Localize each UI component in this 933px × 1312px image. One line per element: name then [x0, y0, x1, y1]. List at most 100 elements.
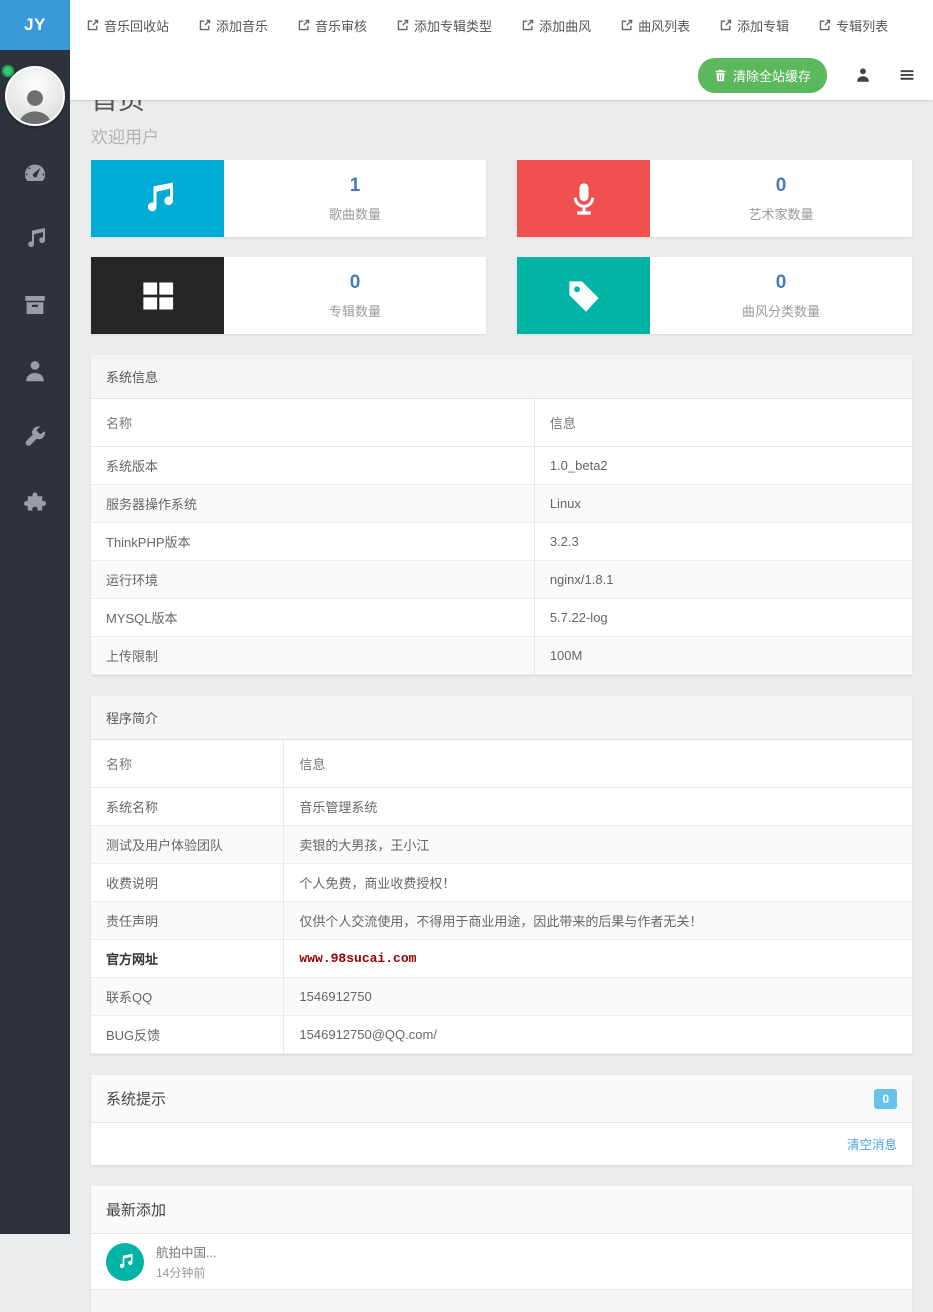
sidebar-item[interactable]: [0, 404, 70, 470]
external-link-icon: [621, 19, 633, 31]
row-name: MYSQL版本: [91, 599, 534, 637]
row-value: www.98sucai.com: [284, 940, 912, 978]
top-nav-link[interactable]: 曲风列表: [621, 16, 690, 35]
sidebar-item[interactable]: [0, 338, 70, 404]
row-value: 5.7.22-log: [534, 599, 912, 637]
top-nav-label: 音乐回收站: [104, 16, 169, 35]
column-header-info: 信息: [284, 740, 912, 788]
sidebar: JY: [0, 0, 70, 1234]
row-name: 测试及用户体验团队: [91, 826, 284, 864]
music-note-icon: [116, 1253, 134, 1271]
external-link-icon: [298, 19, 310, 31]
top-nav-link[interactable]: 音乐审核: [298, 16, 367, 35]
row-name: 服务器操作系统: [91, 485, 534, 523]
stat-label: 歌曲数量: [329, 204, 381, 223]
top-nav-link[interactable]: 添加曲风: [522, 16, 591, 35]
song-name: 航拍中国...: [156, 1242, 216, 1261]
menu-toggle-button[interactable]: [899, 67, 915, 83]
stat-card: 1 歌曲数量: [91, 160, 486, 237]
stat-card: 0 曲风分类数量: [517, 257, 912, 334]
sidebar-nav: [0, 140, 70, 536]
stat-value: 0: [776, 175, 787, 197]
stat-value: 1: [350, 175, 361, 197]
list-item[interactable]: 航拍中国... 14分钟前: [91, 1234, 912, 1289]
music-icon: [23, 227, 47, 251]
top-nav-label: 添加专辑: [737, 16, 789, 35]
user-menu-button[interactable]: [855, 67, 871, 83]
sidebar-item[interactable]: [0, 470, 70, 536]
main-content: 首页 欢迎用户 1 歌曲数量 0 艺术家数量: [70, 0, 933, 1234]
tips-count-badge: 0: [874, 1089, 897, 1109]
archive-icon: [23, 293, 47, 317]
sidebar-item[interactable]: [0, 140, 70, 206]
row-name: 联系QQ: [91, 978, 284, 1016]
stat-card: 0 专辑数量: [91, 257, 486, 334]
stat-card-icon-box: [91, 257, 224, 334]
row-name: 上传限制: [91, 637, 534, 675]
top-nav-label: 添加曲风: [539, 16, 591, 35]
music-note-icon: [140, 181, 176, 217]
top-nav-link[interactable]: 专辑列表: [819, 16, 888, 35]
top-nav-label: 专辑列表: [836, 16, 888, 35]
song-avatar: [106, 1243, 144, 1281]
stat-card-icon-box: [91, 160, 224, 237]
row-name: BUG反馈: [91, 1016, 284, 1054]
stat-card-icon-box: [517, 257, 650, 334]
menu-icon: [899, 67, 915, 83]
top-nav-label: 曲风列表: [638, 16, 690, 35]
song-time: 14分钟前: [156, 1264, 216, 1281]
stat-value: 0: [776, 272, 787, 294]
tags-icon: [566, 278, 602, 314]
stat-label: 专辑数量: [329, 301, 381, 320]
row-name: ThinkPHP版本: [91, 523, 534, 561]
grid-icon: [140, 278, 176, 314]
avatar[interactable]: [5, 66, 65, 126]
external-link-icon: [199, 19, 211, 31]
table-row: 系统名称 音乐管理系统: [91, 788, 912, 826]
table-row: 测试及用户体验团队 卖银的大男孩，王小江: [91, 826, 912, 864]
sidebar-item[interactable]: [0, 206, 70, 272]
clear-messages-link[interactable]: 清空消息: [847, 1138, 897, 1152]
table-row: 上传限制 100M: [91, 637, 912, 675]
column-header-name: 名称: [91, 399, 534, 447]
top-nav-link[interactable]: 音乐回收站: [87, 16, 169, 35]
stat-label: 曲风分类数量: [742, 301, 820, 320]
user-icon: [23, 359, 47, 383]
top-nav-link[interactable]: 添加音乐: [199, 16, 268, 35]
wrench-icon: [23, 425, 47, 449]
external-link-icon: [397, 19, 409, 31]
panel-title: 系统提示: [106, 1088, 166, 1109]
row-name: 收费说明: [91, 864, 284, 902]
table-row: 收费说明 个人免费，商业收费授权！: [91, 864, 912, 902]
panel-title: 系统信息: [91, 355, 912, 399]
microphone-icon: [566, 181, 602, 217]
table-row: 服务器操作系统 Linux: [91, 485, 912, 523]
stat-card-icon-box: [517, 160, 650, 237]
column-header-info: 信息: [534, 399, 912, 447]
latest-added-panel: 最新添加 航拍中国... 14分钟前: [91, 1186, 912, 1312]
system-info-panel: 系统信息 名称 信息 系统版本 1.0_beta2 服务器操作系统: [91, 355, 912, 675]
table-row: 联系QQ 1546912750: [91, 978, 912, 1016]
online-status-dot: [2, 65, 14, 77]
sidebar-item[interactable]: [0, 272, 70, 338]
row-name: 系统版本: [91, 447, 534, 485]
top-nav-link[interactable]: 添加专辑: [720, 16, 789, 35]
column-header-name: 名称: [91, 740, 284, 788]
row-name: 系统名称: [91, 788, 284, 826]
row-value: 仅供个人交流使用，不得用于商业用途，因此带来的后果与作者无关！: [284, 902, 912, 940]
panel-footer: [91, 1289, 912, 1312]
row-value: 3.2.3: [534, 523, 912, 561]
stat-card: 0 艺术家数量: [517, 160, 912, 237]
row-value: 100M: [534, 637, 912, 675]
clear-cache-button[interactable]: 清除全站缓存: [698, 58, 827, 93]
row-name: 官方网址: [91, 940, 284, 978]
row-name: 运行环境: [91, 561, 534, 599]
table-row: 官方网址 www.98sucai.com: [91, 940, 912, 978]
top-nav-link[interactable]: 添加专辑类型: [397, 16, 492, 35]
app-logo[interactable]: JY: [0, 0, 70, 50]
table-row: 责任声明 仅供个人交流使用，不得用于商业用途，因此带来的后果与作者无关！: [91, 902, 912, 940]
table-row: 系统版本 1.0_beta2: [91, 447, 912, 485]
user-icon: [855, 67, 871, 83]
dashboard-icon: [23, 161, 47, 185]
stat-value: 0: [350, 272, 361, 294]
